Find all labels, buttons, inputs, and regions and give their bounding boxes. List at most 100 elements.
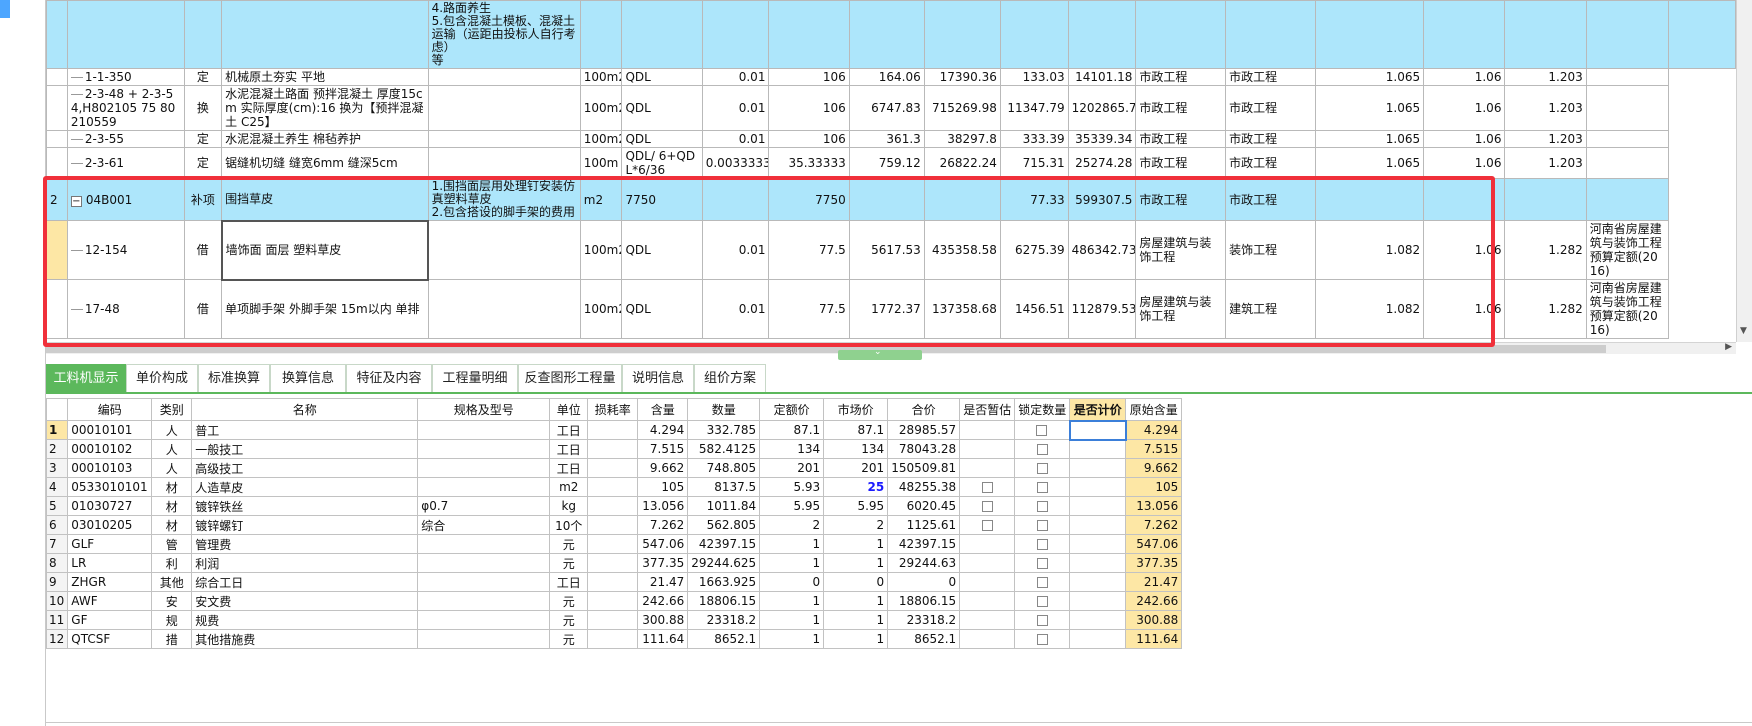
cell-count[interactable]: 106 (768, 68, 850, 86)
tab-6[interactable]: 反查图形工程量 (518, 364, 622, 392)
cell-f3[interactable] (1504, 178, 1587, 221)
cell-content[interactable]: 13.056 (637, 496, 689, 516)
cell-major2[interactable]: 市政工程 (1225, 130, 1316, 148)
cell-code[interactable]: 2-3-48 + 2-3-54,H802105 75 80210559 (66, 85, 185, 131)
cell-loss[interactable] (587, 496, 639, 516)
cell-c2[interactable]: 14101.18 (1067, 68, 1137, 86)
cell-major2[interactable]: 装饰工程 (1225, 220, 1316, 280)
cell-type[interactable]: 定 (183, 68, 223, 86)
cell-lock-qty[interactable] (1014, 515, 1071, 535)
cell-is-estimate[interactable] (959, 610, 1016, 630)
cell-content[interactable]: 111.64 (637, 629, 689, 649)
cell-unit[interactable]: 100m2 (579, 220, 623, 280)
quota-row-sub[interactable]: 17-48 借单项脚手架 外脚手架 15m以内 单排 100m2 QDL 0.01 77.… (46, 279, 1736, 339)
quota-row-item[interactable]: 2−04B001 补项 围挡草皮 1.围挡面层用处理钉安装仿真塑料草皮 2.包含搭设的… (46, 178, 1736, 221)
lock-qty-checkbox[interactable] (1036, 501, 1048, 512)
cell-content[interactable]: 7.515 (637, 439, 689, 459)
cell-quota[interactable]: 2 (759, 515, 825, 535)
cell-major1[interactable]: 房屋建筑与装饰工程 (1135, 220, 1227, 280)
cell-is-estimate[interactable] (959, 439, 1016, 459)
cell-orig-content[interactable]: 105 (1125, 477, 1183, 497)
cell-is-estimate[interactable] (959, 515, 1016, 535)
lock-qty-checkbox[interactable] (1036, 444, 1048, 455)
cell-name[interactable]: 其他措施费 (191, 629, 419, 649)
cell-total[interactable]: 29244.63 (887, 553, 961, 573)
cell-content[interactable]: 7.262 (637, 515, 689, 535)
cell-total[interactable]: 137358.68 (923, 279, 1001, 339)
cell-c1[interactable]: 11347.79 (999, 85, 1069, 131)
cell-cat[interactable]: 材 (151, 515, 193, 535)
cell-orig-content[interactable]: 7.515 (1125, 439, 1183, 459)
cell-unit[interactable]: 元 (549, 629, 589, 649)
resource-row[interactable]: 4 0533010101 材人造草皮 m2 105 8137.5 5.93 25 48255.3… (45, 477, 1183, 497)
cell-f2[interactable]: 1.06 (1423, 85, 1506, 131)
cell-f1[interactable]: 1.082 (1314, 279, 1425, 339)
cell-name[interactable]: 综合工日 (191, 572, 419, 592)
cell-unit[interactable]: 100m2 (579, 68, 623, 86)
resource-row[interactable]: 12 QTCSF 措其他措施费元 111.64 8652.1 1 1 8652.1 111.64 (45, 629, 1183, 649)
lock-qty-checkbox[interactable] (1036, 634, 1048, 645)
lock-qty-checkbox[interactable] (1036, 577, 1048, 588)
cell-market[interactable]: 1 (823, 610, 889, 630)
cell-name[interactable]: 人造草皮 (191, 477, 419, 497)
cell-orig-content[interactable]: 300.88 (1125, 610, 1183, 630)
cell-qty[interactable]: 582.4125 (687, 439, 761, 459)
cell-major2[interactable]: 市政工程 (1225, 147, 1316, 179)
cell-qty[interactable]: 0.01 (701, 279, 770, 339)
cell-is-estimate[interactable] (959, 591, 1016, 611)
cell-spec[interactable] (417, 420, 551, 440)
cell-name[interactable]: 锯缝机切缝 缝宽6mm 缝深5cm (221, 147, 429, 179)
cell-is-priced[interactable] (1069, 477, 1127, 497)
cell-lock-qty[interactable] (1014, 534, 1071, 554)
quota-row-sub[interactable]: 2-3-48 + 2-3-54,H802105 75 80210559 换水泥混凝… (46, 85, 1736, 131)
cell-is-estimate[interactable] (959, 420, 1016, 440)
cell-is-priced[interactable] (1069, 534, 1127, 554)
cell-loss[interactable] (587, 477, 639, 497)
cell-f1[interactable]: 1.082 (1314, 220, 1425, 280)
cell-remark[interactable] (1585, 130, 1670, 148)
cell-c1[interactable]: 77.33 (999, 178, 1069, 221)
cell-name[interactable]: 一般技工 (191, 439, 419, 459)
cell-lock-qty[interactable] (1014, 477, 1071, 497)
lock-qty-checkbox[interactable] (1036, 425, 1048, 436)
cell-loss[interactable] (587, 439, 639, 459)
tab-8[interactable]: 组价方案 (694, 364, 766, 392)
cell-unit-price[interactable]: 1772.37 (848, 279, 925, 339)
cell-type[interactable]: 借 (183, 220, 223, 280)
cell-orig-content[interactable]: 547.06 (1125, 534, 1183, 554)
cell-remark[interactable]: 河南省房屋建筑与装饰工程预算定额(2016) (1585, 220, 1670, 280)
cell-major2[interactable]: 市政工程 (1225, 178, 1316, 221)
cell-quota[interactable]: 1 (759, 534, 825, 554)
cell-market[interactable]: 1 (823, 553, 889, 573)
cell-name[interactable]: 墙饰面 面层 塑料草皮 (220, 219, 430, 281)
cell-code[interactable]: 03010205 (67, 515, 153, 535)
resource-row[interactable]: 2 00010102 人一般技工 工日 7.515 582.4125 134 134 78043… (45, 439, 1183, 459)
cell-remark[interactable]: 河南省房屋建筑与装饰工程预算定额(2016) (1585, 279, 1670, 339)
cell-count[interactable]: 106 (768, 85, 850, 131)
cell-unit-price[interactable] (848, 178, 925, 221)
cell-orig-content[interactable]: 7.262 (1125, 515, 1183, 535)
cell-lock-qty[interactable] (1014, 496, 1071, 516)
cell-is-estimate[interactable] (959, 477, 1016, 497)
cell-total[interactable]: 8652.1 (887, 629, 961, 649)
cell-spec[interactable] (417, 477, 551, 497)
col-header-11[interactable]: 合价 (887, 398, 961, 421)
cell-f1[interactable]: 1.065 (1314, 130, 1425, 148)
cell-desc[interactable]: 1.围挡面层用处理钉安装仿真塑料草皮 2.包含搭设的脚手架的费用 (427, 178, 581, 221)
cell-loss[interactable] (587, 515, 639, 535)
cell-f1[interactable]: 1.065 (1314, 147, 1425, 179)
cell-count[interactable]: 35.33333 (768, 147, 850, 179)
cell-total[interactable]: 150509.81 (887, 458, 961, 478)
cell-qty[interactable]: 18806.15 (687, 591, 761, 611)
cell-desc[interactable] (427, 147, 581, 179)
cell-code[interactable]: 01030727 (67, 496, 153, 516)
cell-cat[interactable]: 管 (151, 534, 193, 554)
cell-cat[interactable]: 人 (151, 439, 193, 459)
cell-is-priced[interactable] (1069, 458, 1127, 478)
cell-orig-content[interactable]: 13.056 (1125, 496, 1183, 516)
cell-is-estimate[interactable] (959, 458, 1016, 478)
cell-type[interactable]: 定 (183, 147, 223, 179)
cell-unit-price[interactable]: 6747.83 (848, 85, 925, 131)
cell-qty[interactable]: 748.805 (687, 458, 761, 478)
cell-quota[interactable]: 1 (759, 591, 825, 611)
